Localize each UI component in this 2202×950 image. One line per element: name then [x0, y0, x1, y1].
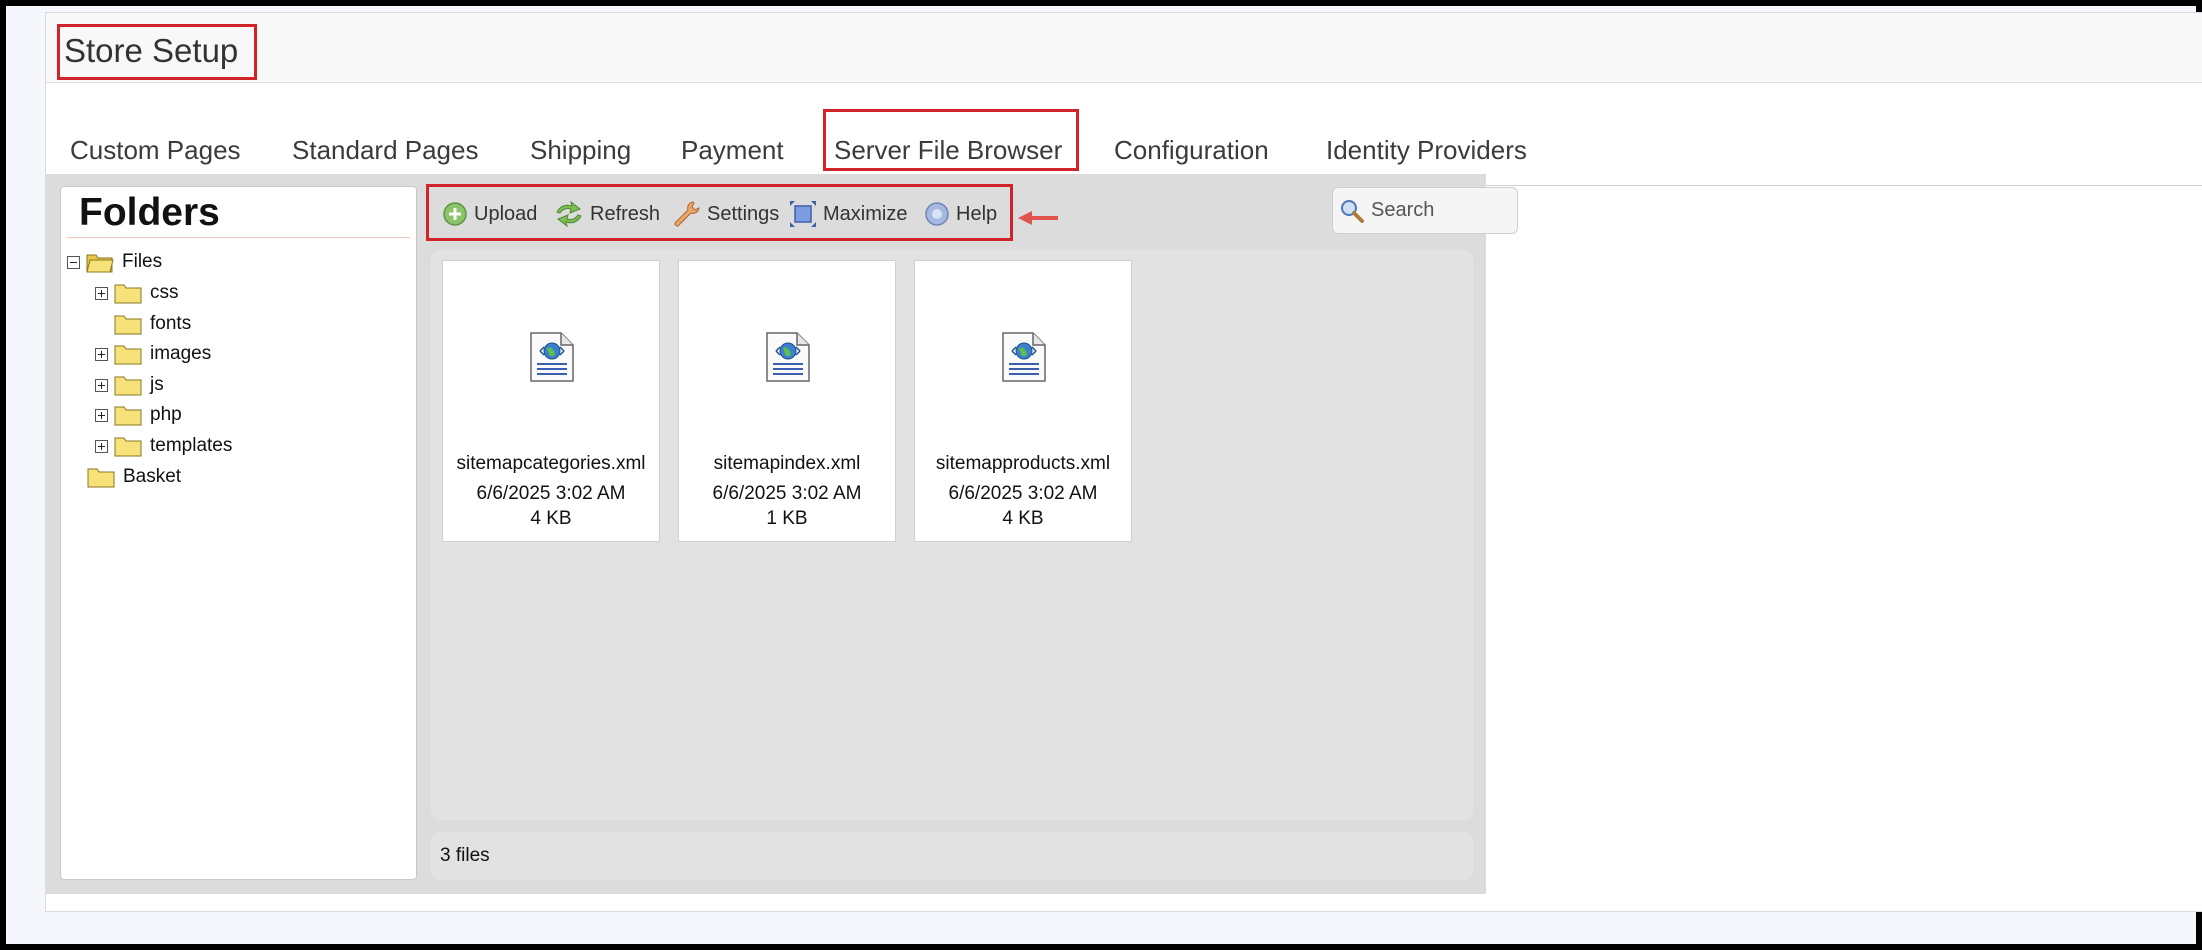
file-item[interactable]: sitemapcategories.xml 6/6/2025 3:02 AM 4… — [442, 260, 660, 542]
xml-document-icon — [766, 332, 810, 382]
files-area: sitemapcategories.xml 6/6/2025 3:02 AM 4… — [431, 250, 1473, 820]
help-icon — [925, 202, 949, 226]
tab-configuration[interactable]: Configuration — [1114, 135, 1269, 166]
wrench-icon — [674, 201, 700, 227]
expand-toggle[interactable] — [95, 439, 108, 453]
file-item[interactable]: sitemapproducts.xml 6/6/2025 3:02 AM 4 K… — [914, 260, 1132, 542]
tab-standard-pages[interactable]: Standard Pages — [292, 135, 478, 166]
expand-toggle[interactable] — [95, 347, 108, 361]
search-box[interactable] — [1332, 187, 1518, 234]
folders-divider — [67, 237, 410, 238]
folder-icon — [114, 345, 142, 365]
settings-button[interactable]: Settings — [671, 199, 779, 229]
expand-toggle[interactable] — [95, 408, 108, 422]
refresh-button[interactable]: Refresh — [554, 199, 660, 229]
tree-item-fonts[interactable]: fonts — [114, 311, 191, 337]
collapse-toggle[interactable] — [67, 255, 80, 269]
tab-bar: Custom Pages Standard Pages Shipping Pay… — [46, 83, 2202, 186]
help-label: Help — [956, 202, 998, 225]
tree-item-php[interactable]: php — [95, 402, 182, 428]
page-title: Store Setup — [64, 32, 239, 69]
tab-payment[interactable]: Payment — [681, 135, 784, 166]
upload-label: Upload — [474, 202, 538, 225]
annotation-arrow-icon — [1018, 211, 1058, 225]
tab-shipping[interactable]: Shipping — [530, 135, 631, 166]
status-bar: 3 files — [431, 832, 1473, 880]
file-date: 6/6/2025 3:02 AM — [476, 483, 626, 504]
tree-label: fonts — [150, 313, 192, 334]
tree-label: js — [150, 374, 164, 395]
file-item[interactable]: sitemapindex.xml 6/6/2025 3:02 AM 1 KB — [678, 260, 896, 542]
maximize-icon — [790, 201, 816, 227]
file-date: 6/6/2025 3:02 AM — [948, 483, 1098, 504]
folder-icon — [114, 376, 142, 396]
refresh-label: Refresh — [590, 202, 661, 225]
folder-icon — [114, 315, 142, 335]
file-count: 3 files — [440, 845, 490, 866]
tab-custom-pages[interactable]: Custom Pages — [70, 135, 241, 166]
upload-button[interactable]: Upload — [442, 199, 537, 229]
tree-label: Files — [122, 251, 163, 272]
help-button[interactable]: Help — [924, 199, 997, 229]
tree-label: Basket — [123, 466, 182, 487]
tree-label: images — [150, 343, 212, 364]
active-tab-highlight-box — [823, 109, 1079, 171]
page-header: Store Setup — [46, 13, 2202, 83]
tree-label: php — [150, 404, 182, 425]
file-name: sitemapcategories.xml — [456, 453, 646, 474]
tree-item-images[interactable]: images — [95, 341, 211, 367]
xml-document-icon — [530, 332, 574, 382]
file-date: 6/6/2025 3:02 AM — [712, 483, 862, 504]
file-size: 1 KB — [766, 508, 808, 529]
tree-item-js[interactable]: js — [95, 372, 164, 398]
xml-document-icon — [1002, 332, 1046, 382]
store-setup-page: Store Setup Custom Pages Standard Pages … — [45, 12, 2202, 912]
folders-panel: Folders Files css fonts images js php te… — [60, 186, 417, 880]
tree-item-templates[interactable]: templates — [95, 433, 232, 459]
folder-icon — [114, 406, 142, 426]
tree-item-files[interactable]: Files — [67, 249, 162, 275]
settings-label: Settings — [707, 202, 780, 225]
file-name: sitemapproducts.xml — [935, 453, 1111, 474]
folder-icon — [87, 468, 115, 488]
file-size: 4 KB — [1002, 508, 1044, 529]
folder-icon — [114, 284, 142, 304]
expand-toggle[interactable] — [95, 378, 108, 392]
search-input[interactable] — [1369, 198, 1513, 223]
tab-identity-providers[interactable]: Identity Providers — [1326, 135, 1527, 166]
refresh-arrows-icon — [556, 201, 582, 227]
folder-open-icon — [86, 254, 114, 273]
maximize-button[interactable]: Maximize — [789, 199, 907, 229]
file-name: sitemapindex.xml — [713, 453, 861, 474]
file-browser: Folders Files css fonts images js php te… — [46, 174, 1518, 894]
folders-title: Folders — [79, 191, 220, 234]
magnifier-icon — [1341, 199, 1364, 223]
plus-circle-icon — [443, 202, 467, 226]
tree-label: css — [150, 282, 179, 303]
expand-toggle[interactable] — [95, 286, 108, 300]
tree-item-css[interactable]: css — [95, 280, 179, 306]
tree-item-basket[interactable]: Basket — [87, 464, 181, 490]
tree-label: templates — [150, 435, 233, 456]
maximize-label: Maximize — [823, 202, 908, 225]
folder-icon — [114, 437, 142, 457]
file-size: 4 KB — [530, 508, 572, 529]
